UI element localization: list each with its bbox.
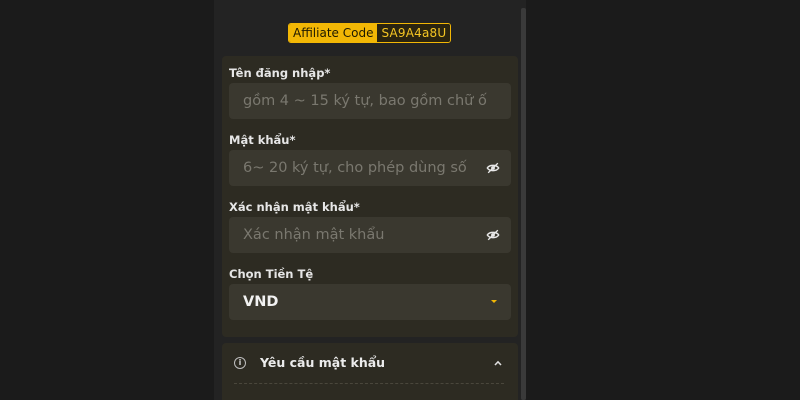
- confirm-password-placeholder: Xác nhận mật khẩu: [243, 227, 385, 243]
- confirm-password-field[interactable]: Xác nhận mật khẩu: [229, 217, 511, 253]
- info-icon: i: [234, 357, 246, 369]
- confirm-password-label: Xác nhận mật khẩu*: [229, 200, 360, 214]
- password-field[interactable]: 6~ 20 ký tự, cho phép dùng số: [229, 150, 511, 186]
- currency-select[interactable]: VND: [229, 284, 511, 320]
- password-placeholder: 6~ 20 ký tự, cho phép dùng số: [243, 160, 467, 176]
- chevron-up-icon[interactable]: [494, 360, 502, 366]
- affiliate-code-label: Affiliate Code: [289, 24, 378, 42]
- divider: [234, 383, 504, 384]
- currency-value: VND: [243, 294, 279, 310]
- eye-slash-icon[interactable]: [486, 161, 500, 175]
- password-requirements-title: Yêu cầu mật khẩu: [260, 355, 386, 370]
- affiliate-code-value: SA9A4a8U: [377, 24, 451, 42]
- caret-down-icon: [491, 300, 497, 303]
- username-label: Tên đăng nhập*: [229, 66, 331, 80]
- affiliate-code-badge: Affiliate Code SA9A4a8U: [288, 23, 452, 43]
- eye-slash-icon[interactable]: [486, 228, 500, 242]
- password-requirements-toggle[interactable]: i Yêu cầu mật khẩu: [222, 343, 518, 400]
- username-field[interactable]: gồm 4 ~ 15 ký tự, bao gồm chữ ố: [229, 83, 511, 119]
- scrollbar[interactable]: [521, 8, 526, 400]
- username-placeholder: gồm 4 ~ 15 ký tự, bao gồm chữ ố: [243, 93, 487, 109]
- currency-label: Chọn Tiền Tệ: [229, 267, 314, 281]
- password-label: Mật khẩu*: [229, 133, 296, 147]
